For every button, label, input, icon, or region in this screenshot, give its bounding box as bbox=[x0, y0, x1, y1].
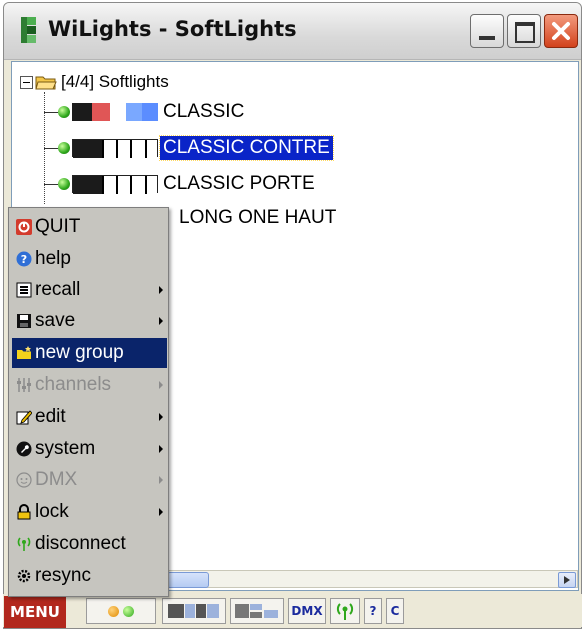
menu-item-lock[interactable]: lock bbox=[12, 497, 167, 527]
channels-icon bbox=[15, 376, 33, 394]
antenna-icon bbox=[15, 535, 33, 553]
status-led-icon bbox=[58, 142, 70, 154]
horizontal-scrollbar[interactable] bbox=[166, 570, 578, 588]
status-leds-button[interactable] bbox=[86, 598, 156, 624]
c-button[interactable]: C bbox=[386, 598, 404, 624]
menu-item-label: recall bbox=[35, 279, 81, 300]
tree-item-long-one-haut[interactable]: LONG ONE HAUT bbox=[176, 204, 339, 232]
color-view-icon bbox=[235, 604, 278, 618]
dmx-button[interactable]: DMX bbox=[288, 598, 326, 624]
tree-item-label: LONG ONE HAUT bbox=[179, 207, 337, 228]
lock-icon bbox=[15, 503, 33, 521]
status-led-icon bbox=[58, 106, 70, 118]
new-group-icon bbox=[15, 344, 33, 362]
submenu-arrow-icon bbox=[159, 413, 163, 421]
menu-item-dmx[interactable]: DMX bbox=[12, 465, 167, 495]
menu-item-edit[interactable]: edit bbox=[12, 402, 167, 432]
light-strip-icon bbox=[72, 139, 158, 158]
menu-item-label: save bbox=[35, 310, 76, 331]
color-view-button[interactable] bbox=[230, 598, 284, 624]
menu-item-disconnect[interactable]: disconnect bbox=[12, 529, 167, 559]
led-orange-icon bbox=[108, 605, 119, 617]
tree-root[interactable]: [4/4] Softlights bbox=[20, 70, 169, 94]
menu-item-help[interactable]: ? help bbox=[12, 244, 167, 274]
submenu-arrow-icon bbox=[159, 508, 163, 516]
quit-icon bbox=[15, 218, 33, 236]
menu-item-quit[interactable]: QUIT bbox=[12, 212, 167, 242]
window-title: WiLights - SoftLights bbox=[48, 17, 297, 41]
app-icon bbox=[21, 17, 36, 43]
title-bar[interactable]: WiLights - SoftLights bbox=[4, 3, 581, 60]
recall-icon bbox=[15, 281, 33, 299]
antenna-icon bbox=[336, 603, 354, 620]
minimize-button[interactable] bbox=[470, 14, 504, 48]
menu-item-label: channels bbox=[35, 374, 112, 395]
close-icon bbox=[552, 22, 570, 40]
scrollbar-thumb[interactable] bbox=[167, 572, 209, 588]
menu-item-new-group[interactable]: new group bbox=[12, 338, 167, 368]
svg-text:?: ? bbox=[21, 253, 27, 266]
menu-item-label: help bbox=[35, 248, 71, 269]
close-button[interactable] bbox=[544, 14, 578, 48]
submenu-arrow-icon bbox=[159, 445, 163, 453]
system-icon bbox=[15, 440, 33, 458]
submenu-arrow-icon bbox=[159, 476, 163, 484]
menu-item-channels[interactable]: channels bbox=[12, 370, 167, 400]
scroll-right-arrow-icon[interactable] bbox=[558, 572, 576, 588]
help-icon: ? bbox=[15, 250, 33, 268]
light-strip-icon bbox=[72, 103, 158, 121]
menu-item-save[interactable]: save bbox=[12, 306, 167, 336]
open-folder-icon bbox=[35, 76, 57, 90]
light-strip-icon bbox=[72, 175, 158, 194]
menu-item-label: DMX bbox=[35, 469, 78, 490]
tree-item-label: CLASSIC PORTE bbox=[163, 173, 315, 194]
led-green-icon bbox=[123, 605, 134, 617]
strip-view-icon bbox=[168, 604, 219, 618]
menu-button[interactable]: MENU bbox=[4, 596, 66, 628]
tree-item-label: CLASSIC CONTRE bbox=[159, 135, 334, 161]
maximize-button[interactable] bbox=[507, 14, 541, 48]
antenna-button[interactable] bbox=[330, 598, 360, 624]
gear-icon bbox=[15, 567, 33, 585]
menu-item-label: system bbox=[35, 438, 96, 459]
dmx-icon bbox=[15, 471, 33, 489]
tree-item-classic[interactable]: CLASSIC bbox=[44, 98, 247, 126]
submenu-arrow-icon bbox=[159, 317, 163, 325]
menu-item-resync[interactable]: resync bbox=[12, 561, 167, 591]
menu-item-label: edit bbox=[35, 406, 66, 427]
menu-item-label: QUIT bbox=[35, 216, 81, 237]
strip-view-button[interactable] bbox=[162, 598, 226, 624]
menu-item-system[interactable]: system bbox=[12, 434, 167, 464]
menu-item-label: disconnect bbox=[35, 533, 126, 554]
submenu-arrow-icon bbox=[159, 286, 163, 294]
menu-item-label: resync bbox=[35, 565, 91, 586]
tree-item-classic-contre[interactable]: CLASSIC CONTRE bbox=[44, 134, 334, 162]
tree-item-label: CLASSIC bbox=[163, 101, 245, 122]
help-small-button[interactable]: ? bbox=[364, 598, 382, 624]
menu-item-recall[interactable]: recall bbox=[12, 275, 167, 305]
tree-item-classic-porte[interactable]: CLASSIC PORTE bbox=[44, 170, 318, 198]
status-led-icon bbox=[58, 178, 70, 190]
main-popup-menu: QUIT ? help recall save new group channe… bbox=[8, 207, 169, 597]
tree-root-label: [4/4] Softlights bbox=[61, 72, 169, 91]
collapse-toggle-icon[interactable] bbox=[20, 75, 33, 89]
submenu-arrow-icon bbox=[159, 381, 163, 389]
menu-item-label: lock bbox=[35, 501, 69, 522]
menu-item-label: new group bbox=[35, 342, 124, 363]
floppy-icon bbox=[15, 312, 33, 330]
edit-icon bbox=[15, 408, 33, 426]
